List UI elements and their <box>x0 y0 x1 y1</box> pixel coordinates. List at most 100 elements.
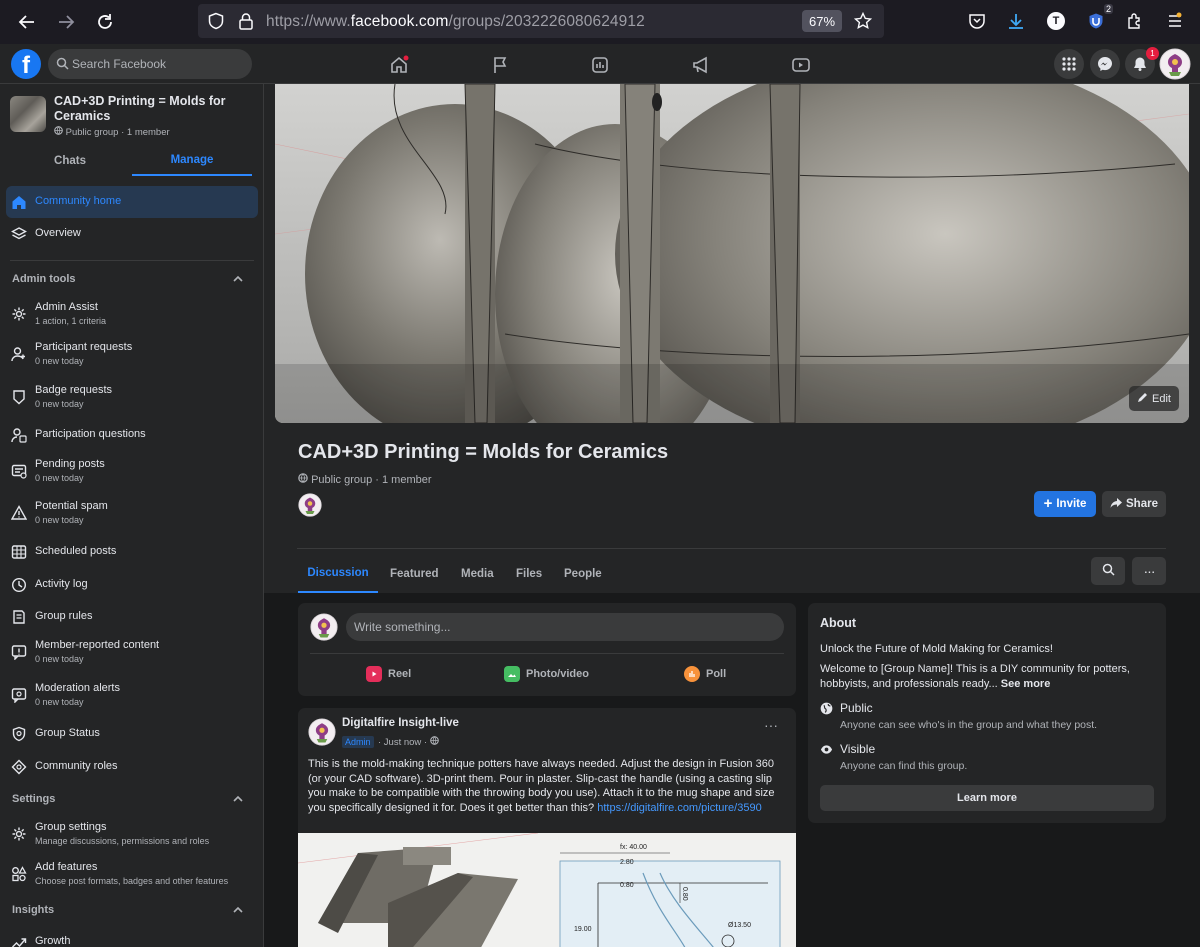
menu-hamburger-icon[interactable] <box>1164 10 1186 32</box>
sidebar-item-growth[interactable]: Growth <box>6 926 258 947</box>
group-search-button[interactable] <box>1091 557 1125 585</box>
invite-button[interactable]: + Invite <box>1034 491 1096 517</box>
sidebar-item-sub: 1 action, 1 criteria <box>35 316 107 326</box>
sidebar-item-label: Potential spam <box>35 500 108 512</box>
group-admin-sidebar: CAD+3D Printing = Molds for Ceramics Pub… <box>0 84 264 947</box>
poll-button[interactable]: Poll <box>684 665 726 683</box>
reload-icon[interactable] <box>94 11 116 33</box>
pocket-icon[interactable] <box>966 10 988 32</box>
share-button[interactable]: Share <box>1102 491 1166 517</box>
sidebar-item-participation-questions[interactable]: Participation questions <box>6 419 258 451</box>
globe-icon <box>429 736 439 748</box>
sidebar-item-admin-assist[interactable]: Admin Assist 1 action, 1 criteria <box>6 298 258 330</box>
sidebar-item-add-features[interactable]: Add features Choose post formats, badges… <box>6 858 258 890</box>
group-title: CAD+3D Printing = Molds for Ceramics <box>298 441 669 463</box>
plus-icon: + <box>1043 495 1053 512</box>
sidebar-item-group-status[interactable]: Group Status <box>6 718 258 750</box>
sidebar-item-scheduled-posts[interactable]: Scheduled posts <box>6 536 258 568</box>
sidebar-item-label: Group Status <box>35 727 100 739</box>
post-author-avatar[interactable] <box>308 718 336 746</box>
sidebar-item-group-rules[interactable]: Group rules <box>6 601 258 633</box>
tab-people[interactable]: People <box>564 554 602 593</box>
see-more-link[interactable]: See more <box>1001 678 1051 690</box>
more-dots-icon: ··· <box>1143 563 1156 579</box>
chevron-up-icon[interactable] <box>232 273 246 287</box>
calendar-grid-icon <box>10 543 28 561</box>
sidebar-item-pending-posts[interactable]: Pending posts 0 new today <box>6 455 258 487</box>
facebook-header: f Search Facebook 1 <box>0 44 1200 84</box>
sidebar-item-label: Participation questions <box>35 428 146 440</box>
group-meta: Public group · 1 member <box>298 473 432 486</box>
sidebar-item-member-reported-content[interactable]: Member-reported content 0 new today <box>6 636 258 668</box>
learn-more-button[interactable]: Learn more <box>820 785 1154 811</box>
gear-icon <box>10 825 28 843</box>
post-link[interactable]: https://​digitalfire.com/picture/3590 <box>597 802 761 814</box>
messenger-icon[interactable] <box>1090 49 1120 79</box>
sidebar-item-potential-spam[interactable]: Potential spam 0 new today <box>6 497 258 529</box>
insights-chart-icon[interactable] <box>589 54 611 76</box>
tab-discussion[interactable]: Discussion <box>298 554 378 593</box>
reel-button[interactable]: Reel <box>366 665 411 683</box>
lock-icon[interactable] <box>238 12 254 33</box>
tab-chats[interactable]: Chats <box>10 146 130 176</box>
url-bar[interactable]: https://www.facebook.com/groups/20322260… <box>198 4 884 38</box>
post-more-icon[interactable]: ··· <box>764 718 778 732</box>
ublock-extension-icon[interactable]: 2 <box>1085 4 1113 32</box>
post-timestamp[interactable]: · Just now · <box>378 736 439 748</box>
bookmark-star-icon[interactable] <box>853 11 873 33</box>
tab-manage[interactable]: Manage <box>132 146 252 176</box>
extensions-puzzle-icon[interactable] <box>1124 10 1146 32</box>
sidebar-item-activity-log[interactable]: Activity log <box>6 569 258 601</box>
account-avatar[interactable] <box>1159 48 1191 80</box>
sidebar-item-label: Badge requests <box>35 384 113 396</box>
chevron-up-icon[interactable] <box>232 904 246 918</box>
url-prefix: https://www. <box>266 13 351 30</box>
profile-icon[interactable]: T <box>1045 10 1067 32</box>
menu-grid-icon[interactable] <box>1054 49 1084 79</box>
sidebar-item-community-roles[interactable]: Community roles <box>6 751 258 783</box>
pending-post-icon <box>10 462 28 480</box>
download-icon[interactable] <box>1005 10 1027 32</box>
zoom-badge[interactable]: 67% <box>802 10 842 32</box>
write-something-input[interactable]: Write something... <box>346 613 784 641</box>
sidebar-item-overview[interactable]: Overview <box>6 218 258 250</box>
post-body: This is the mold-making technique potter… <box>308 757 786 815</box>
about-public-title: Public <box>840 701 873 715</box>
composer-avatar[interactable] <box>310 613 338 641</box>
url-text[interactable]: https://www.facebook.com/groups/20322260… <box>266 13 645 31</box>
megaphone-icon[interactable] <box>690 54 712 76</box>
warning-icon <box>10 504 28 522</box>
member-avatar[interactable] <box>298 493 322 517</box>
header-divider <box>297 548 1166 549</box>
more-options-button[interactable]: ··· <box>1132 557 1166 585</box>
shield-icon[interactable] <box>207 12 225 33</box>
sidebar-item-moderation-alerts[interactable]: Moderation alerts 0 new today <box>6 679 258 711</box>
browser-toolbar: https://www.facebook.com/groups/20322260… <box>0 0 1200 44</box>
sidebar-group-name[interactable]: CAD+3D Printing = Molds for Ceramics <box>54 94 254 124</box>
tab-files[interactable]: Files <box>516 554 542 593</box>
sidebar-item-participant-requests[interactable]: Participant requests 0 new today <box>6 338 258 370</box>
post-image[interactable]: fx: 40.00 2.80 0.80 0.80 19.00 Ø13.50 <box>298 833 796 947</box>
diamond-icon <box>10 758 28 776</box>
tab-featured[interactable]: Featured <box>390 554 439 593</box>
sidebar-item-badge-requests[interactable]: Badge requests 0 new today <box>6 381 258 413</box>
search-icon <box>56 57 69 73</box>
edit-cover-button[interactable]: Edit <box>1129 386 1179 411</box>
home-icon[interactable] <box>388 54 410 76</box>
facebook-search-input[interactable]: Search Facebook <box>48 49 252 79</box>
sidebar-item-community-home[interactable]: Community home <box>6 186 258 218</box>
watch-video-icon[interactable] <box>790 54 812 76</box>
pages-flag-icon[interactable] <box>489 54 511 76</box>
back-icon[interactable] <box>16 11 38 33</box>
sidebar-item-group-settings[interactable]: Group settings Manage discussions, permi… <box>6 818 258 850</box>
notifications-bell-icon[interactable]: 1 <box>1125 47 1159 79</box>
post-author-name[interactable]: Digitalfire Insight-live <box>342 717 459 729</box>
sidebar-item-label: Member-reported content <box>35 639 160 651</box>
sidebar-group-meta-text: Public group · 1 member <box>65 127 170 138</box>
photo-video-button[interactable]: Photo/video <box>504 665 589 683</box>
tab-media[interactable]: Media <box>461 554 494 593</box>
forward-icon[interactable] <box>55 11 77 33</box>
group-thumbnail[interactable] <box>10 96 46 132</box>
chevron-up-icon[interactable] <box>232 793 246 807</box>
facebook-logo-icon[interactable]: f <box>11 49 41 79</box>
